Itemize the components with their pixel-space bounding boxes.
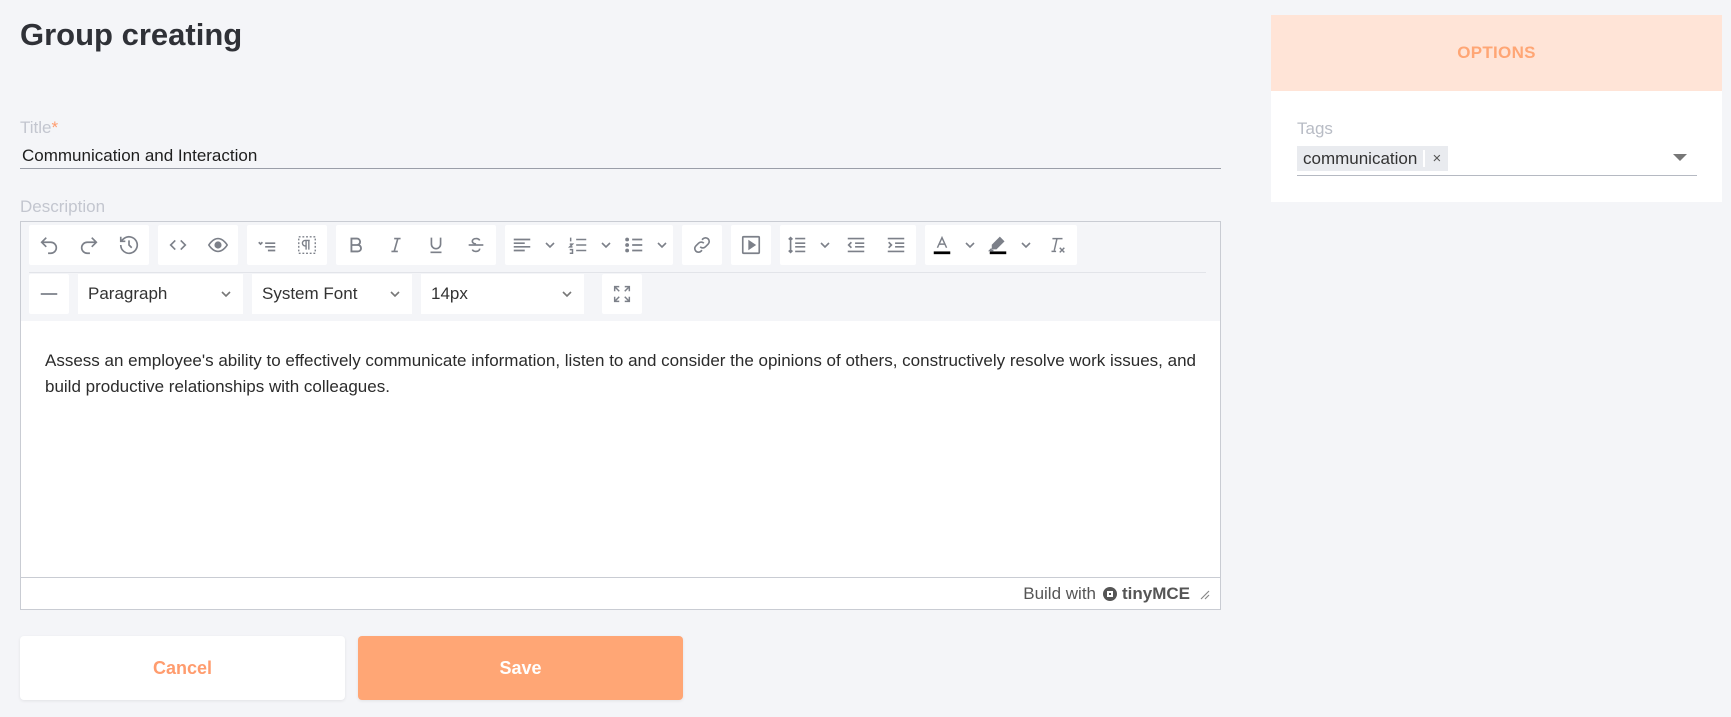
align-left-icon[interactable] — [505, 225, 539, 265]
tag-remove-button[interactable]: × — [1423, 150, 1448, 167]
show-blocks-icon[interactable] — [287, 225, 327, 265]
title-input[interactable] — [20, 144, 1221, 169]
line-height-icon[interactable] — [780, 225, 814, 265]
outdent-icon[interactable] — [836, 225, 876, 265]
hr-group — [29, 274, 69, 314]
options-header: OPTIONS — [1271, 15, 1722, 91]
fullscreen-group — [602, 274, 642, 314]
editor-content[interactable]: Assess an employee's ability to effectiv… — [21, 321, 1220, 577]
required-mark: * — [51, 118, 59, 137]
chevron-down-icon — [390, 291, 400, 298]
chevron-down-icon[interactable] — [814, 225, 836, 265]
font-size-select[interactable]: 14px — [421, 274, 584, 314]
cancel-button[interactable]: Cancel — [20, 636, 345, 700]
tinymce-brand-link[interactable]: tinyMCE — [1102, 584, 1190, 604]
highlight-color-icon[interactable] — [981, 225, 1015, 265]
italic-icon[interactable] — [376, 225, 416, 265]
fullscreen-icon[interactable] — [602, 274, 642, 314]
align-split — [505, 225, 561, 265]
dropdown-caret-icon[interactable] — [1673, 154, 1687, 161]
bold-icon[interactable] — [336, 225, 376, 265]
bullist-split — [617, 225, 673, 265]
redo-icon[interactable] — [69, 225, 109, 265]
format-selects-group: Paragraph System Font 14px — [78, 274, 593, 314]
tags-select[interactable]: communication × — [1297, 142, 1697, 176]
resize-handle-icon[interactable] — [1198, 588, 1210, 600]
tags-label: Tags — [1297, 119, 1333, 138]
block-format-select[interactable]: Paragraph — [78, 274, 243, 314]
lists-group — [505, 225, 673, 265]
rich-text-editor: Paragraph System Font 14px Assess an emp… — [20, 221, 1221, 610]
media-icon[interactable] — [731, 225, 771, 265]
media-group — [731, 225, 771, 265]
font-family-value: System Font — [262, 284, 358, 303]
history-group — [29, 225, 149, 265]
save-button[interactable]: Save — [358, 636, 683, 700]
font-size-value: 14px — [431, 284, 468, 303]
built-with-text: Build with — [1023, 583, 1096, 603]
link-group — [682, 225, 722, 265]
toolbar-divider — [29, 272, 1206, 273]
forecolor-split — [925, 225, 981, 265]
description-label: Description — [20, 197, 106, 216]
history-icon[interactable] — [109, 225, 149, 265]
code-view-group — [158, 225, 238, 265]
numlist-split — [561, 225, 617, 265]
page-title: Group creating — [20, 17, 243, 52]
chevron-down-icon[interactable] — [539, 225, 561, 265]
chevron-down-icon[interactable] — [959, 225, 981, 265]
strikethrough-icon[interactable] — [456, 225, 496, 265]
title-label: Title* — [20, 118, 58, 138]
numbered-list-icon[interactable] — [561, 225, 595, 265]
chevron-down-icon — [562, 291, 572, 298]
indent-group — [780, 225, 916, 265]
bullet-list-icon[interactable] — [617, 225, 651, 265]
text-style-group — [336, 225, 496, 265]
toolbar-row-primary — [29, 225, 1086, 265]
link-icon[interactable] — [682, 225, 722, 265]
list-style-icon[interactable] — [247, 225, 287, 265]
preview-icon[interactable] — [198, 225, 238, 265]
backcolor-split — [981, 225, 1037, 265]
tag-chip: communication × — [1297, 146, 1449, 171]
tag-text: communication — [1303, 148, 1418, 168]
clear-formatting-icon[interactable] — [1037, 225, 1077, 265]
text-color-icon[interactable] — [925, 225, 959, 265]
title-label-text: Title — [20, 118, 52, 137]
options-panel: OPTIONS Tags communication × — [1271, 15, 1722, 202]
editor-toolbar: Paragraph System Font 14px — [21, 222, 1220, 321]
editor-statusbar: Build with tinyMCE — [21, 577, 1220, 609]
indent-icon[interactable] — [876, 225, 916, 265]
undo-icon[interactable] — [29, 225, 69, 265]
font-family-select[interactable]: System Font — [252, 274, 412, 314]
color-group — [925, 225, 1077, 265]
toolbar-row-secondary: Paragraph System Font 14px — [29, 274, 651, 314]
horizontal-rule-icon[interactable] — [29, 274, 69, 314]
lineheight-split — [780, 225, 836, 265]
underline-icon[interactable] — [416, 225, 456, 265]
tinymce-brand-text: tinyMCE — [1122, 583, 1190, 603]
chevron-down-icon[interactable] — [1015, 225, 1037, 265]
tinymce-logo-icon — [1103, 586, 1117, 601]
chevron-down-icon — [221, 291, 231, 298]
blocks-group — [247, 225, 327, 265]
chevron-down-icon[interactable] — [651, 225, 673, 265]
chevron-down-icon[interactable] — [595, 225, 617, 265]
block-format-value: Paragraph — [88, 284, 168, 303]
source-code-icon[interactable] — [158, 225, 198, 265]
